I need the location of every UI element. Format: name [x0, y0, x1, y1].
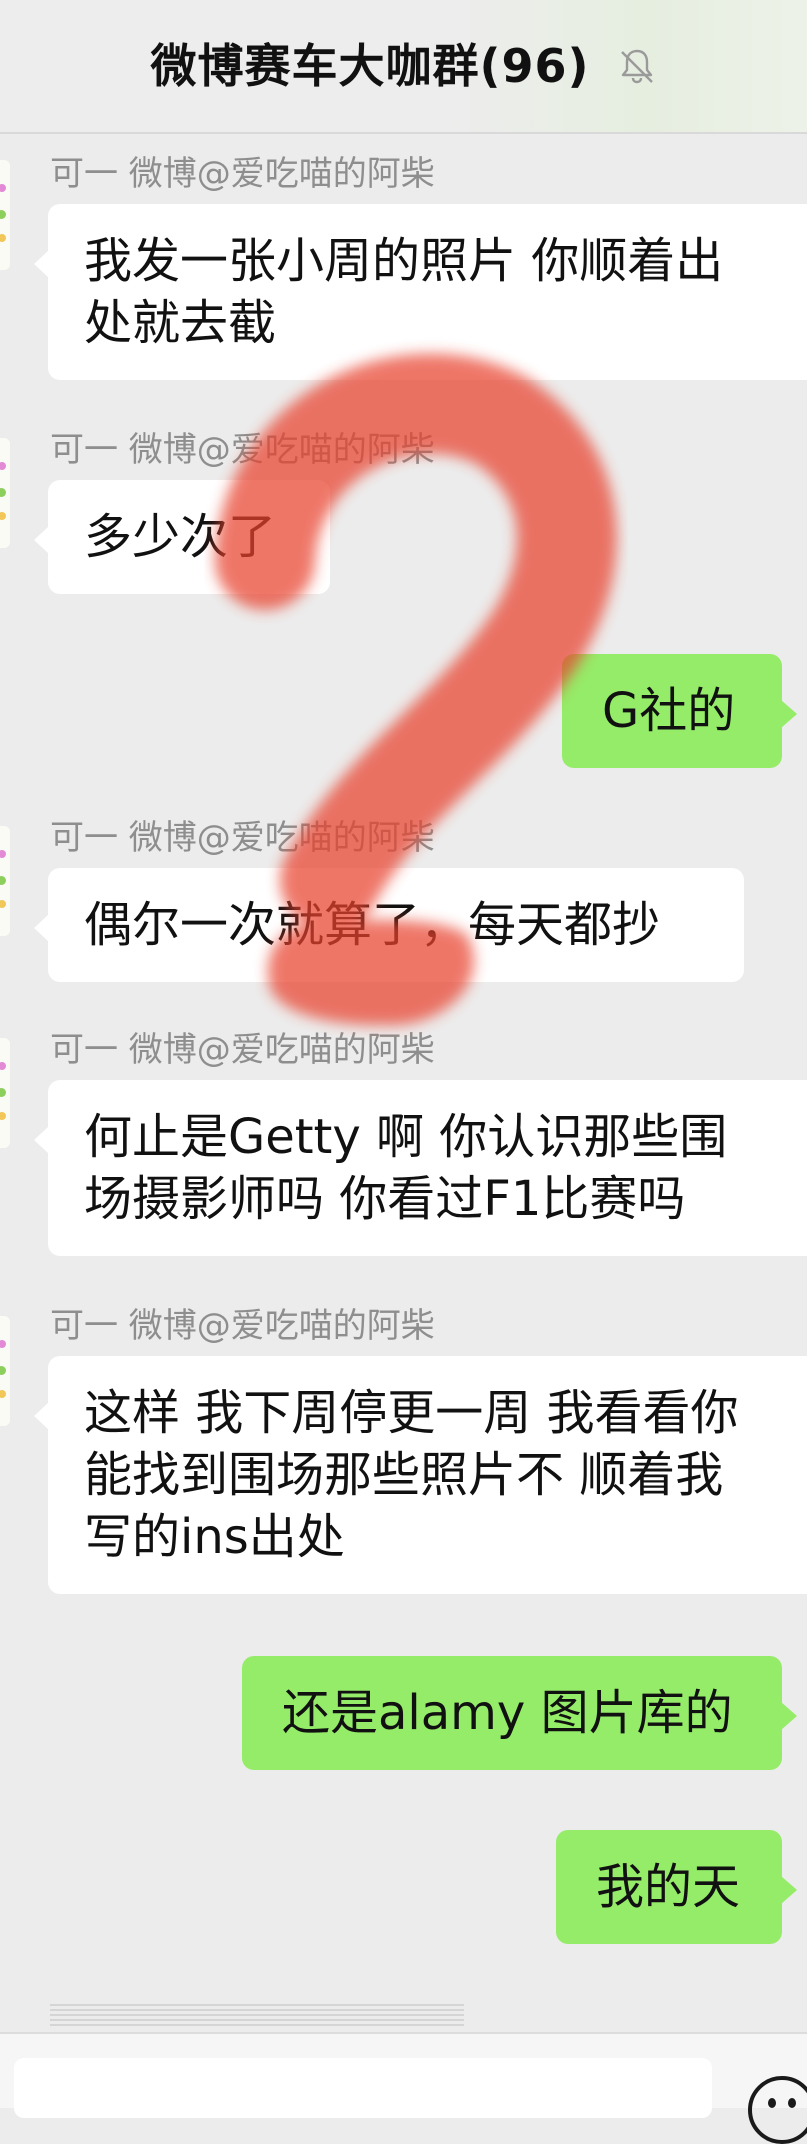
chat-title[interactable]: 微博赛车大咖群(96) [150, 39, 589, 93]
avatar[interactable] [0, 826, 10, 936]
message-text: 多少次了 [84, 509, 277, 565]
avatar[interactable] [0, 438, 10, 548]
message-text: 何止是Getty 啊 你认识那些围 [84, 1109, 728, 1165]
message-text: G社的 [602, 683, 736, 739]
message-bubble[interactable]: 我的天 [556, 1830, 797, 1944]
avatar[interactable] [0, 160, 10, 270]
message-input[interactable] [14, 2058, 712, 2118]
message-bubble[interactable]: 还是alamy 图片库的 [242, 1656, 797, 1770]
chat-title-row: 微博赛车大咖群(96) [0, 36, 807, 96]
message-text: 偶尔一次就算了，每天都抄 [84, 897, 661, 953]
message-input-bar [0, 2032, 807, 2144]
sender-name: 可一 微博@爱吃喵的阿柴 [50, 154, 435, 194]
emoji-smiley-icon[interactable] [748, 2076, 807, 2144]
sender-name: 可一 微博@爱吃喵的阿柴 [50, 430, 435, 470]
message-text: 这样 我下周停更一周 我看看你 [84, 1385, 739, 1441]
avatar[interactable] [0, 1038, 10, 1148]
message-text: 我发一张小周的照片 你顺着出 [84, 233, 724, 289]
avatar[interactable] [0, 1316, 10, 1426]
message-bubble[interactable]: 何止是Getty 啊 你认识那些围 场摄影师吗 你看过F1比赛吗 [34, 1080, 807, 1256]
sender-name: 可一 微博@爱吃喵的阿柴 [50, 818, 435, 858]
sender-name: 可一 微博@爱吃喵的阿柴 [50, 1030, 435, 1070]
sender-name: 可一 微博@爱吃喵的阿柴 [50, 1306, 435, 1346]
message-text: 还是alamy 图片库的 [282, 1685, 733, 1741]
chat-header: 微博赛车大咖群(96) [0, 0, 807, 134]
message-text: 场摄影师吗 你看过F1比赛吗 [84, 1171, 686, 1227]
message-bubble[interactable]: 我发一张小周的照片 你顺着出 处就去截 [34, 204, 807, 380]
partially-visible-message [50, 2004, 464, 2026]
message-text: 我的天 [596, 1859, 741, 1915]
message-bubble[interactable]: G社的 [562, 654, 797, 768]
bell-slash-icon [620, 49, 653, 83]
message-bubble[interactable]: 偶尔一次就算了，每天都抄 [34, 868, 744, 982]
message-bubble[interactable]: 这样 我下周停更一周 我看看你 能找到围场那些照片不 顺着我 写的ins出处 [34, 1356, 807, 1594]
message-text: 写的ins出处 [84, 1509, 345, 1565]
message-text: 处就去截 [84, 295, 277, 351]
message-text: 能找到围场那些照片不 顺着我 [84, 1447, 724, 1503]
message-bubble[interactable]: 多少次了 [34, 480, 330, 594]
